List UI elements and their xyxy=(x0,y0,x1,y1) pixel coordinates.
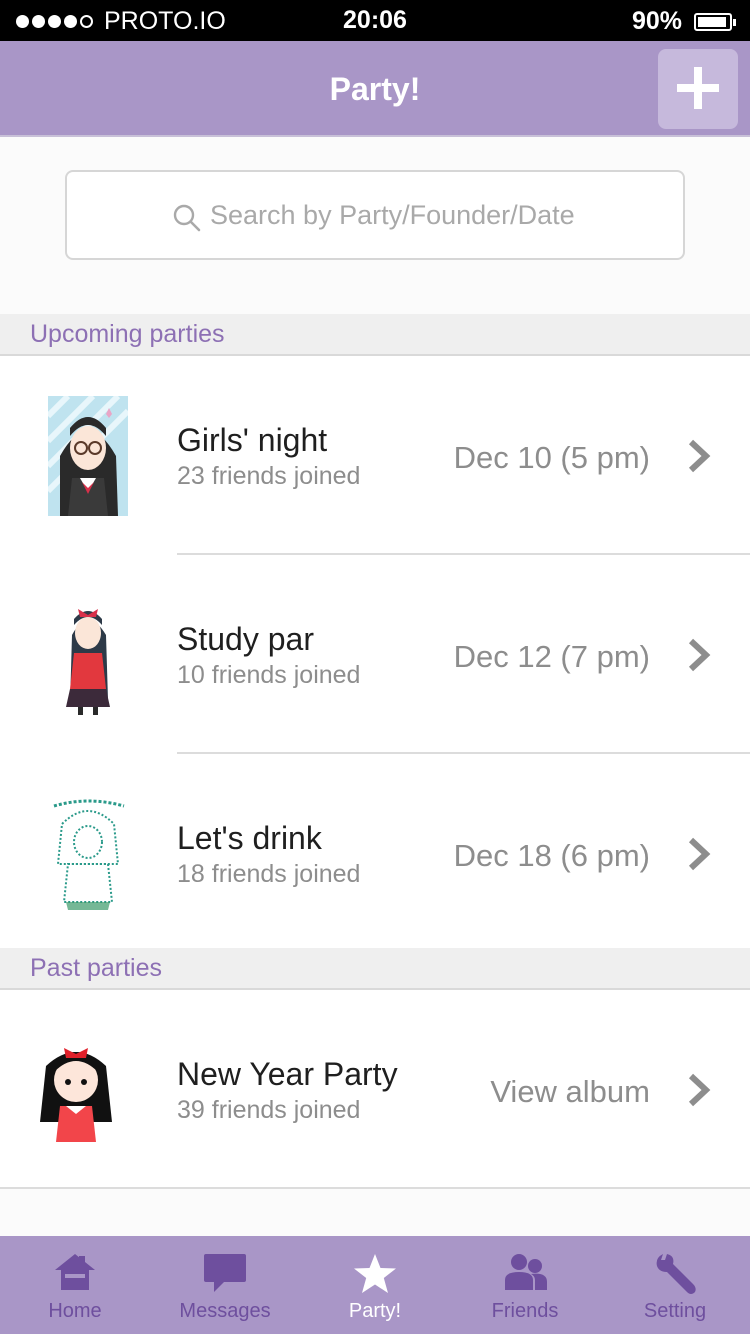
party-row-girls-night[interactable]: Girls' night 23 friends joined Dec 10 (5… xyxy=(0,356,750,555)
party-avatar xyxy=(48,595,128,715)
party-title: New Year Party xyxy=(177,1056,398,1092)
party-row-lets-drink[interactable]: Let's drink 18 friends joined Dec 18 (6 … xyxy=(0,754,750,953)
party-avatar xyxy=(36,1042,116,1146)
party-date: Dec 18 (6 pm) xyxy=(453,838,650,873)
tab-label: Setting xyxy=(643,1300,707,1322)
battery: 90% xyxy=(631,7,736,36)
search-icon xyxy=(173,204,201,232)
battery-percent: 90% xyxy=(631,7,682,35)
party-title: Study par xyxy=(177,621,314,657)
chevron-right-icon xyxy=(688,1073,711,1107)
party-avatar xyxy=(48,794,128,914)
tab-bar: Home Messages Party! Friends Setting xyxy=(0,1236,750,1334)
party-date: Dec 10 (5 pm) xyxy=(453,440,650,475)
section-header-upcoming: Upcoming parties xyxy=(0,314,750,356)
chevron-right-icon xyxy=(688,837,711,871)
party-date: Dec 12 (7 pm) xyxy=(453,639,650,674)
search-input[interactable]: Search by Party/Founder/Date xyxy=(65,170,685,260)
search-placeholder: Search by Party/Founder/Date xyxy=(210,200,575,230)
party-title: Girls' night xyxy=(177,422,328,458)
party-row-study-par[interactable]: Study par 10 friends joined Dec 12 (7 pm… xyxy=(0,555,750,754)
section-header-past: Past parties xyxy=(0,948,750,990)
upcoming-list: Girls' night 23 friends joined Dec 10 (5… xyxy=(0,356,750,948)
tab-label: Friends xyxy=(491,1300,559,1322)
add-party-button[interactable] xyxy=(658,49,738,129)
tab-messages[interactable]: Messages xyxy=(150,1236,300,1334)
section-title-past: Past parties xyxy=(30,954,163,982)
wrench-icon xyxy=(656,1254,696,1294)
party-subtitle: 23 friends joined xyxy=(177,462,361,490)
tab-home[interactable]: Home xyxy=(0,1236,150,1334)
chevron-right-icon xyxy=(688,439,711,473)
view-album-link[interactable]: View album xyxy=(490,1074,650,1110)
tab-label: Party! xyxy=(348,1300,402,1322)
party-subtitle: 10 friends joined xyxy=(177,661,361,689)
party-subtitle: 39 friends joined xyxy=(177,1096,361,1124)
status-bar: PROTO.IO 20:06 90% xyxy=(0,0,750,41)
tab-setting[interactable]: Setting xyxy=(600,1236,750,1334)
party-subtitle: 18 friends joined xyxy=(177,860,361,888)
nav-bar: Party! xyxy=(0,41,750,137)
tab-label: Home xyxy=(48,1300,102,1322)
chevron-right-icon xyxy=(688,638,711,672)
message-icon xyxy=(204,1254,246,1292)
tab-party[interactable]: Party! xyxy=(300,1236,450,1334)
page-title: Party! xyxy=(329,71,421,107)
tab-friends[interactable]: Friends xyxy=(450,1236,600,1334)
party-row-new-year[interactable]: New Year Party 39 friends joined View al… xyxy=(0,990,750,1189)
battery-icon xyxy=(694,12,736,31)
past-list: New Year Party 39 friends joined View al… xyxy=(0,990,750,1189)
party-avatar xyxy=(45,393,131,516)
star-icon xyxy=(354,1254,396,1293)
friends-icon xyxy=(505,1254,547,1290)
home-icon xyxy=(55,1254,95,1290)
party-title: Let's drink xyxy=(177,820,322,856)
section-title-upcoming: Upcoming parties xyxy=(30,320,225,348)
tab-label: Messages xyxy=(179,1300,271,1322)
